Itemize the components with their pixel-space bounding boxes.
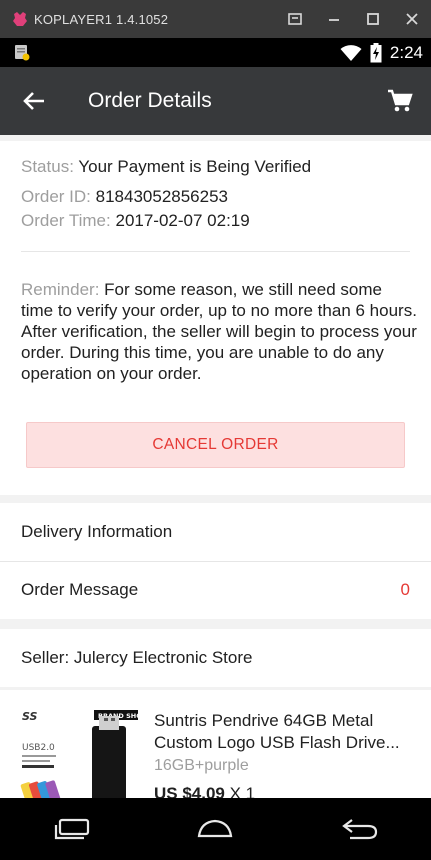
- koplayer-logo-icon: [13, 12, 27, 26]
- order-time-label: Order Time:: [21, 211, 111, 230]
- product-variant: 16GB+purple: [154, 757, 249, 774]
- order-message-row[interactable]: Order Message 0: [0, 561, 431, 619]
- wifi-icon: [340, 44, 362, 61]
- order-id-row: Order ID: 81843052856253: [21, 187, 228, 207]
- order-id-label: Order ID:: [21, 187, 91, 206]
- app-header: Order Details: [0, 67, 431, 135]
- order-id-value: 81843052856253: [95, 187, 229, 206]
- seller-card[interactable]: Seller: Julercy Electronic Store: [0, 629, 431, 687]
- navigation-bar: [0, 798, 431, 860]
- back-nav-icon: [342, 819, 378, 840]
- order-info-card: Status: Your Payment is Being Verified O…: [0, 135, 431, 495]
- reminder-text: Reminder: For some reason, we still need…: [21, 279, 417, 384]
- delivery-information-row[interactable]: Delivery Information: [0, 503, 431, 561]
- cancel-order-button[interactable]: CANCEL ORDER: [26, 422, 405, 468]
- product-thumbnail[interactable]: SS BRAND SHOP USB2.0: [20, 708, 142, 798]
- status-time: 2:24: [389, 42, 423, 62]
- notification-icon: [15, 45, 30, 61]
- home-icon: [198, 819, 233, 838]
- status-label: Status:: [21, 157, 74, 176]
- order-status-row: Status: Your Payment is Being Verified: [21, 157, 311, 177]
- product-card[interactable]: SS BRAND SHOP USB2.0 Suntris Pendrive 64…: [0, 690, 431, 798]
- product-title[interactable]: Suntris Pendrive 64GB Metal Custom Logo …: [154, 710, 409, 754]
- cart-icon: [388, 89, 413, 112]
- divider: [21, 251, 410, 252]
- order-message-count: 0: [400, 580, 410, 599]
- emulator-title: KOPLAYER1 1.4.1052: [34, 11, 169, 27]
- recent-apps-icon: [54, 818, 89, 840]
- thumb-usb-text: USB2.0: [22, 743, 55, 753]
- status-bar: 2:24: [0, 38, 431, 67]
- svg-text:SS: SS: [22, 710, 38, 723]
- cart-button[interactable]: [385, 87, 415, 115]
- order-time-row: Order Time: 2017-02-07 02:19: [21, 211, 250, 231]
- minimize-icon[interactable]: [314, 0, 353, 38]
- back-arrow-icon: [23, 92, 44, 110]
- status-value: Your Payment is Being Verified: [78, 157, 312, 176]
- product-price-row: US $4.09 X 1: [154, 784, 255, 798]
- delivery-card: Delivery Information Order Message 0: [0, 503, 431, 619]
- order-message-label: Order Message: [21, 580, 139, 599]
- reminder-label: Reminder:: [21, 280, 100, 299]
- page-title: Order Details: [88, 89, 212, 112]
- emulator-controls: [275, 0, 431, 38]
- seller-label: Seller: Julercy Electronic Store: [21, 648, 253, 667]
- back-button[interactable]: [18, 87, 50, 115]
- recent-apps-button[interactable]: [42, 809, 102, 849]
- back-nav-button[interactable]: [329, 809, 389, 849]
- product-quantity: X 1: [229, 784, 256, 798]
- home-button[interactable]: [185, 809, 245, 849]
- seller-row[interactable]: Seller: Julercy Electronic Store: [0, 629, 431, 687]
- close-icon[interactable]: [392, 0, 431, 38]
- emulator-title-bar: KOPLAYER1 1.4.1052: [0, 0, 431, 38]
- battery-charging-icon: [370, 42, 382, 62]
- delivery-information-label: Delivery Information: [21, 522, 173, 541]
- status-icons: 2:24: [340, 38, 423, 67]
- order-time-value: 2017-02-07 02:19: [115, 211, 250, 230]
- window-icon[interactable]: [275, 0, 314, 38]
- maximize-icon[interactable]: [353, 0, 392, 38]
- product-price: US $4.09: [154, 784, 225, 798]
- order-details-content[interactable]: Status: Your Payment is Being Verified O…: [0, 135, 431, 798]
